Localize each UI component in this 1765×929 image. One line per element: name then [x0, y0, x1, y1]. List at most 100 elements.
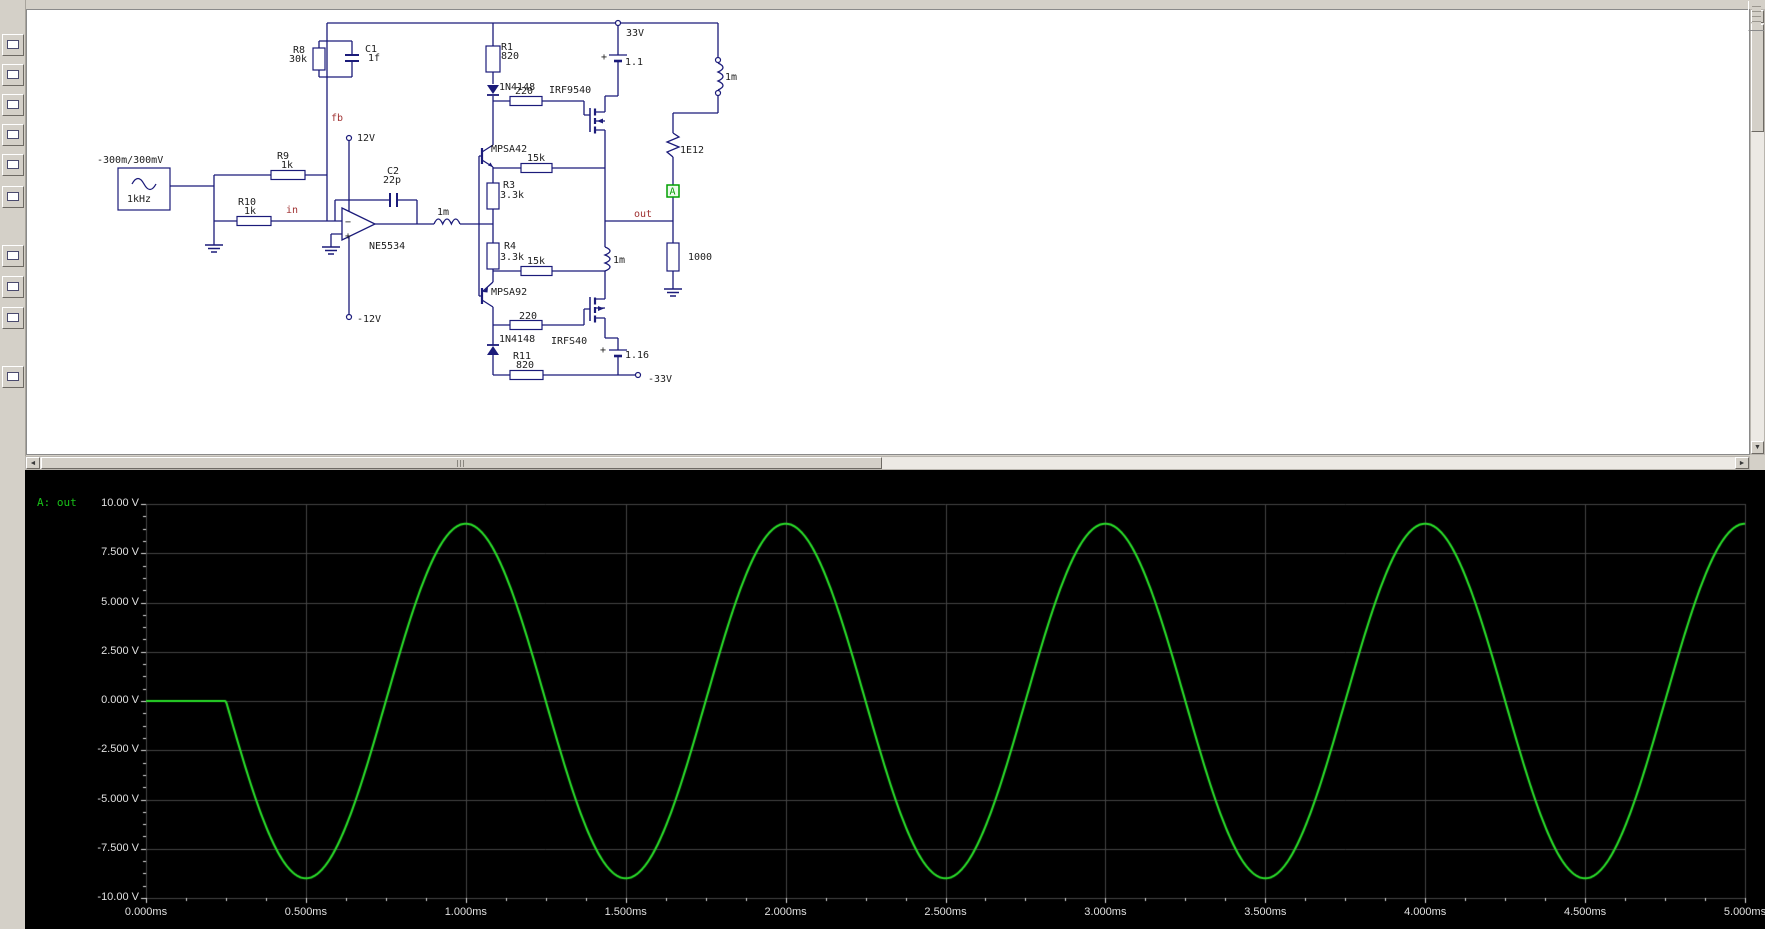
- sidebar-tool-button-5[interactable]: [2, 154, 24, 176]
- y-axis-label: 2.500 V: [101, 644, 139, 657]
- schematic-label: 15k: [527, 256, 545, 267]
- schematic-label: IRF9540: [549, 85, 591, 96]
- waveform-plot[interactable]: [25, 470, 1765, 929]
- sidebar-tool-button-6[interactable]: [2, 186, 24, 208]
- schematic-label: NE5534: [369, 241, 405, 252]
- sidebar-tool-button-4[interactable]: [2, 124, 24, 146]
- x-axis-label: 5.000ms: [1723, 906, 1765, 918]
- schematic-label: MPSA42: [491, 144, 527, 155]
- schematic-label: 1k: [281, 160, 293, 171]
- vscroll-thumb[interactable]: [1751, 24, 1764, 132]
- x-axis-label: 3.000ms: [1084, 906, 1127, 918]
- schematic-label: 1m: [613, 255, 625, 266]
- schematic-label: in: [286, 205, 298, 216]
- sidebar-tool-button-10[interactable]: [2, 366, 24, 388]
- schematic-label: -300m/300mV: [97, 155, 163, 166]
- sidebar-tool-button-2[interactable]: [2, 64, 24, 86]
- schematic-label: 22p: [383, 175, 401, 186]
- schematic-tool-icon-6: [7, 192, 19, 201]
- schematic-label: 1000: [688, 252, 712, 263]
- schematic-tool-icon-9: [7, 313, 19, 322]
- schematic-label: 3.3k: [500, 252, 524, 263]
- schematic-label: +: [345, 231, 351, 242]
- schematic-label: 1E12: [680, 145, 704, 156]
- sidebar-tool-button-7[interactable]: [2, 245, 24, 267]
- x-axis-label: 2.000ms: [764, 906, 807, 918]
- schematic-label: 3.3k: [500, 190, 524, 201]
- schematic-label: +: [600, 345, 606, 356]
- schematic-label: 820: [516, 360, 534, 371]
- scroll-left-button[interactable]: ◄: [26, 457, 40, 469]
- x-axis-label: 3.500ms: [1244, 906, 1287, 918]
- x-axis-label: 0.500ms: [284, 906, 327, 918]
- schematic-label: 220: [515, 86, 533, 97]
- scroll-right-button[interactable]: ►: [1735, 457, 1749, 469]
- schematic-label: MPSA92: [491, 287, 527, 298]
- ground-symbols: [205, 244, 682, 297]
- schematic-label: 1m: [437, 207, 449, 218]
- x-axis-label: 1.000ms: [444, 906, 487, 918]
- schematic-pane: -300m/300mV 1kHz R9 1k R10 1k in fb R8 30k C1 1f 12V…: [26, 9, 1750, 455]
- schematic-label: -33V: [648, 374, 672, 385]
- battery-symbols: [609, 54, 627, 358]
- app-window: -300m/300mV 1kHz R9 1k R10 1k in fb R8 30k C1 1f 12V…: [0, 0, 1765, 929]
- dock-grip-handle[interactable]: [1748, 1, 1764, 31]
- transistor-symbols: [480, 144, 494, 308]
- sidebar-tool-button-9[interactable]: [2, 307, 24, 329]
- schematic-tool-icon-10: [7, 372, 19, 381]
- schematic-label: 1k: [244, 206, 256, 217]
- schematic-label: IRFS40: [551, 336, 587, 347]
- scroll-left-icon: ◄: [29, 460, 37, 467]
- schematic-label: 33V: [626, 28, 644, 39]
- schematic-tool-icon-4: [7, 130, 19, 139]
- mosfet-symbols: [589, 108, 604, 323]
- schematic-label: R4: [504, 241, 516, 252]
- schematic-label: A: [670, 187, 676, 198]
- schematic-tool-icon-7: [7, 251, 19, 260]
- schematic-label: +: [601, 52, 607, 63]
- scroll-down-icon: ▼: [1754, 444, 1761, 451]
- schematic-hscrollbar[interactable]: ◄ ►: [25, 456, 1750, 470]
- scroll-right-icon: ►: [1738, 460, 1746, 467]
- schematic-label: out: [634, 209, 652, 220]
- schematic-vscrollbar[interactable]: ▲ ▼: [1750, 9, 1765, 455]
- schematic-label: 1N4148: [499, 334, 535, 345]
- waveform-panel: A: out 10.00 V 7.500 V 5.000 V 2.500 V 0.000…: [25, 470, 1765, 929]
- y-axis-label: 10.00 V: [101, 497, 139, 509]
- schematic-label: 12V: [357, 133, 375, 144]
- schematic-tool-icon-1: [7, 40, 19, 49]
- schematic-canvas[interactable]: -300m/300mV1kHzR91kR101k infbR830kC11f12V…: [27, 10, 1749, 454]
- schematic-tool-icon-5: [7, 160, 19, 169]
- x-axis-label: 4.500ms: [1563, 906, 1607, 918]
- schematic-label: fb: [331, 113, 343, 124]
- x-axis-label: 0.000ms: [124, 906, 168, 918]
- schematic-label: 15k: [527, 153, 545, 164]
- y-axis-label: -7.500 V: [97, 841, 139, 854]
- sidebar-tool-button-3[interactable]: [2, 94, 24, 116]
- y-axis-label: 7.500 V: [101, 546, 139, 559]
- scrollbar-corner: [1750, 456, 1765, 470]
- resistor-1e12-symbol: [665, 132, 681, 158]
- scroll-down-button[interactable]: ▼: [1751, 441, 1764, 454]
- schematic-tool-icon-3: [7, 100, 19, 109]
- schematic-label: 1.1: [625, 57, 643, 68]
- schematic-label: 220: [519, 311, 537, 322]
- schematic-label: 820: [501, 51, 519, 62]
- schematic-label: 30k: [289, 54, 307, 65]
- schematic-tool-icon-8: [7, 282, 19, 291]
- x-axis-label: 2.500ms: [924, 906, 967, 918]
- x-axis-label: 1.500ms: [604, 906, 647, 918]
- y-axis-label: 0.000 V: [101, 694, 139, 706]
- component-toolbar: [0, 0, 26, 929]
- y-axis-label: -2.500 V: [97, 743, 139, 756]
- schematic-label: 1f: [368, 53, 380, 64]
- y-axis-label: -10.00 V: [97, 891, 139, 903]
- schematic-label: 1kHz: [127, 194, 151, 205]
- sidebar-tool-button-1[interactable]: [2, 34, 24, 56]
- y-axis-label: -5.000 V: [97, 792, 139, 805]
- schematic-label: 1m: [725, 72, 737, 83]
- x-axis-label: 4.000ms: [1404, 906, 1447, 918]
- hscroll-thumb[interactable]: [41, 457, 882, 469]
- schematic-label: -12V: [357, 314, 381, 325]
- sidebar-tool-button-8[interactable]: [2, 276, 24, 298]
